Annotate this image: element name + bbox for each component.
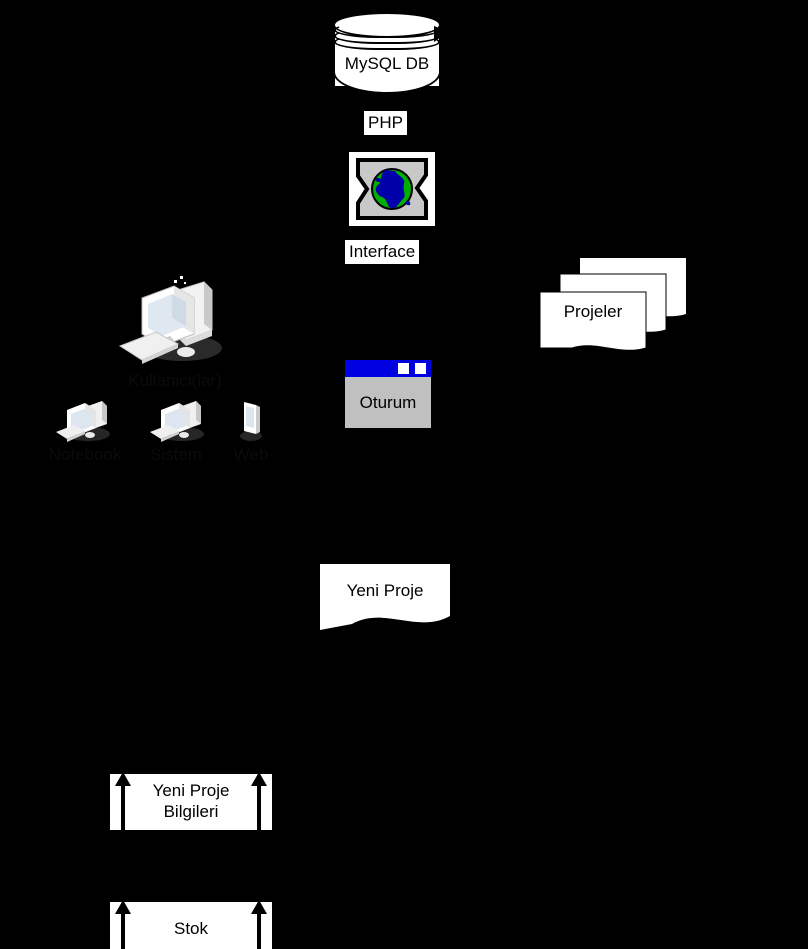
session-window[interactable]: Oturum <box>342 357 434 431</box>
module-label-line2: Bilgileri <box>163 802 219 821</box>
module-label: Stok <box>173 919 209 938</box>
client-node-sistem[interactable] <box>148 398 210 444</box>
desktop-computer-icon <box>118 276 222 364</box>
database-arrow-icon <box>434 26 447 42</box>
maximize-button[interactable] <box>415 363 426 374</box>
session-window-label: Oturum <box>345 377 431 428</box>
up-arrow-right-icon <box>251 772 267 832</box>
projects-node[interactable]: Projeler <box>539 258 686 354</box>
diagram-canvas: MySQL DB PHP Interface Oturum Kullanici(… <box>0 0 808 949</box>
client-node-web[interactable] <box>236 398 266 444</box>
desktop-computer-icon <box>150 401 204 442</box>
projects-label: Projeler <box>563 302 623 321</box>
client-node-notebook[interactable] <box>54 398 116 444</box>
minimize-button[interactable] <box>398 363 409 374</box>
interface-node[interactable] <box>349 152 435 226</box>
client-label-notebook: Notebook <box>48 445 122 464</box>
client-label-sistem: Sistem <box>150 445 202 464</box>
module-stok[interactable]: Stok <box>110 900 272 949</box>
database-ring-3 <box>334 34 440 50</box>
database-label: MySQL DB <box>344 54 430 73</box>
database-node[interactable]: MySQL DB <box>333 12 447 100</box>
new-project-label: Yeni Proje <box>346 581 424 600</box>
up-arrow-right-icon <box>251 900 267 949</box>
desktop-computer-label: Kullanici(lar) <box>128 371 222 390</box>
interface-link-label[interactable]: Interface <box>345 240 420 264</box>
desktop-computer-node[interactable] <box>116 268 228 374</box>
interface-icon-inner <box>355 157 429 221</box>
window-titlebar <box>345 360 431 377</box>
php-link-label[interactable]: PHP <box>364 111 407 135</box>
mobile-device-icon <box>240 402 262 441</box>
globe-icon <box>356 158 428 220</box>
client-label-web: Web <box>233 445 269 464</box>
module-label-line1: Yeni Proje <box>152 781 230 800</box>
module-yeni-proje-bilgileri[interactable]: Yeni Proje Bilgileri <box>110 772 272 832</box>
up-arrow-left-icon <box>115 900 131 949</box>
up-arrow-left-icon <box>115 772 131 832</box>
notebook-computer-icon <box>56 401 110 442</box>
new-project-node[interactable]: Yeni Proje <box>320 564 450 634</box>
